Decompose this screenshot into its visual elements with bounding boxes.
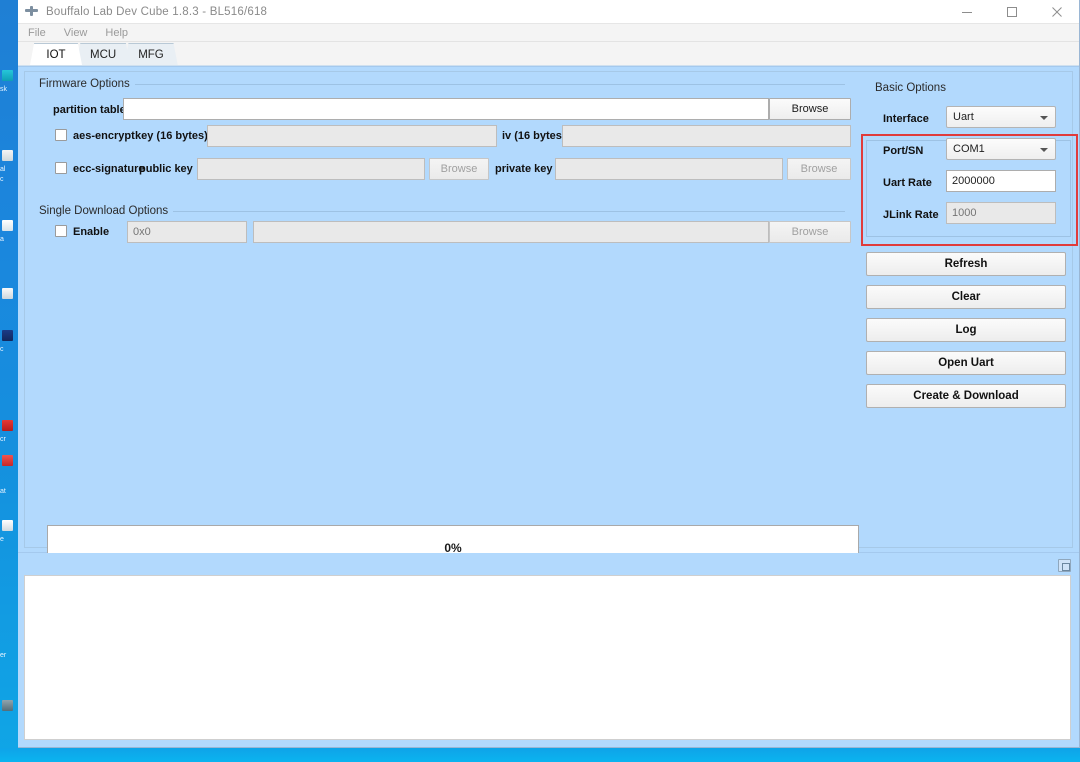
desktop-icon-label: a	[0, 236, 4, 243]
private-key-label: private key	[495, 163, 553, 175]
ecc-signature-label: ecc-signature	[73, 163, 145, 175]
tab-mfg[interactable]: MFG	[124, 43, 178, 65]
interface-select[interactable]: Uart	[946, 106, 1056, 128]
single-download-options-rule	[173, 211, 845, 212]
public-key-label: public key	[139, 163, 193, 175]
aes-iv-input[interactable]	[562, 125, 851, 147]
desktop-icon-label: e	[0, 536, 4, 543]
clear-button[interactable]: Clear	[866, 285, 1066, 309]
window-title: Bouffalo Lab Dev Cube 1.8.3 - BL516/618	[46, 5, 268, 18]
maximize-button[interactable]	[989, 0, 1034, 24]
desktop-icon	[2, 70, 13, 81]
partition-table-input[interactable]	[123, 98, 769, 120]
interface-value: Uart	[953, 111, 974, 123]
basic-options-group-label: Basic Options	[872, 82, 949, 94]
aes-iv-label: iv (16 bytes)	[502, 130, 566, 142]
port-sn-value: COM1	[953, 143, 985, 155]
desktop-icon-label: cr	[0, 436, 6, 443]
desktop-icon	[2, 700, 13, 711]
restore-window-icon[interactable]	[1058, 559, 1071, 572]
taskbar-sliver	[0, 748, 1080, 762]
single-download-enable-checkbox[interactable]	[55, 225, 67, 237]
desktop-icon	[2, 455, 13, 466]
desktop-icon	[2, 420, 13, 431]
single-download-file-input[interactable]	[253, 221, 769, 243]
desktop-icon-label: c	[0, 176, 4, 183]
jlink-rate-label: JLink Rate	[883, 209, 939, 221]
log-output-area[interactable]	[24, 575, 1071, 740]
desktop-icon	[2, 330, 13, 341]
ecc-signature-checkbox[interactable]	[55, 162, 67, 174]
aes-key-label: key (16 bytes)	[135, 130, 208, 142]
uart-rate-label: Uart Rate	[883, 177, 932, 189]
menu-item-view[interactable]: View	[64, 27, 88, 39]
aes-encrypt-label: aes-encrypt	[73, 130, 135, 142]
private-key-input[interactable]	[555, 158, 783, 180]
chevron-down-icon	[1040, 116, 1048, 120]
desktop-icon	[2, 520, 13, 531]
desktop-icon-label: sk	[0, 86, 7, 93]
refresh-button[interactable]: Refresh	[866, 252, 1066, 276]
application-window: Bouffalo Lab Dev Cube 1.8.3 - BL516/618 …	[18, 0, 1080, 748]
title-bar: Bouffalo Lab Dev Cube 1.8.3 - BL516/618	[18, 0, 1079, 24]
single-download-options-group-label: Single Download Options	[39, 205, 169, 217]
log-button[interactable]: Log	[866, 318, 1066, 342]
tab-mcu[interactable]: MCU	[76, 43, 131, 65]
interface-label: Interface	[883, 113, 929, 125]
tool-icon	[24, 4, 40, 20]
desktop-icon	[2, 220, 13, 231]
port-sn-label: Port/SN	[883, 145, 924, 157]
port-sn-select[interactable]: COM1	[946, 138, 1056, 160]
public-key-browse-button[interactable]: Browse	[429, 158, 489, 180]
public-key-input[interactable]	[197, 158, 425, 180]
desktop-icon	[2, 288, 13, 299]
desktop-background: sk al c a c cr at e er	[0, 0, 18, 762]
partition-table-browse-button[interactable]: Browse	[769, 98, 851, 120]
private-key-browse-button[interactable]: Browse	[787, 158, 851, 180]
jlink-rate-input[interactable]	[946, 202, 1056, 224]
log-zone	[18, 553, 1079, 747]
open-uart-button[interactable]: Open Uart	[866, 351, 1066, 375]
tab-bar: IOT MCU MFG	[18, 42, 1079, 66]
menu-bar: File View Help	[18, 24, 1079, 42]
single-download-browse-button[interactable]: Browse	[769, 221, 851, 243]
tab-iot[interactable]: IOT	[30, 43, 82, 65]
menu-item-help[interactable]: Help	[105, 27, 128, 39]
firmware-options-group-label: Firmware Options	[39, 78, 130, 90]
chevron-down-icon	[1040, 148, 1048, 152]
single-download-enable-label: Enable	[73, 226, 110, 238]
desktop-icon-label: at	[0, 488, 6, 495]
content-frame: Firmware Options partition table Browse …	[24, 71, 1078, 571]
menu-item-file[interactable]: File	[28, 27, 46, 39]
minimize-button[interactable]	[944, 0, 989, 24]
partition-table-label: partition table	[53, 104, 126, 116]
firmware-options-rule	[135, 84, 845, 85]
desktop-icon-label: c	[0, 346, 4, 353]
create-download-button[interactable]: Create & Download	[866, 384, 1066, 408]
uart-rate-input[interactable]	[946, 170, 1056, 192]
single-download-address-input[interactable]	[127, 221, 247, 243]
iot-tab-panel: Firmware Options partition table Browse …	[18, 66, 1079, 571]
aes-key-input[interactable]	[207, 125, 497, 147]
aes-encrypt-checkbox[interactable]	[55, 129, 67, 141]
close-button[interactable]	[1034, 0, 1079, 24]
desktop-icon	[2, 150, 13, 161]
desktop-icon-label: er	[0, 652, 7, 659]
